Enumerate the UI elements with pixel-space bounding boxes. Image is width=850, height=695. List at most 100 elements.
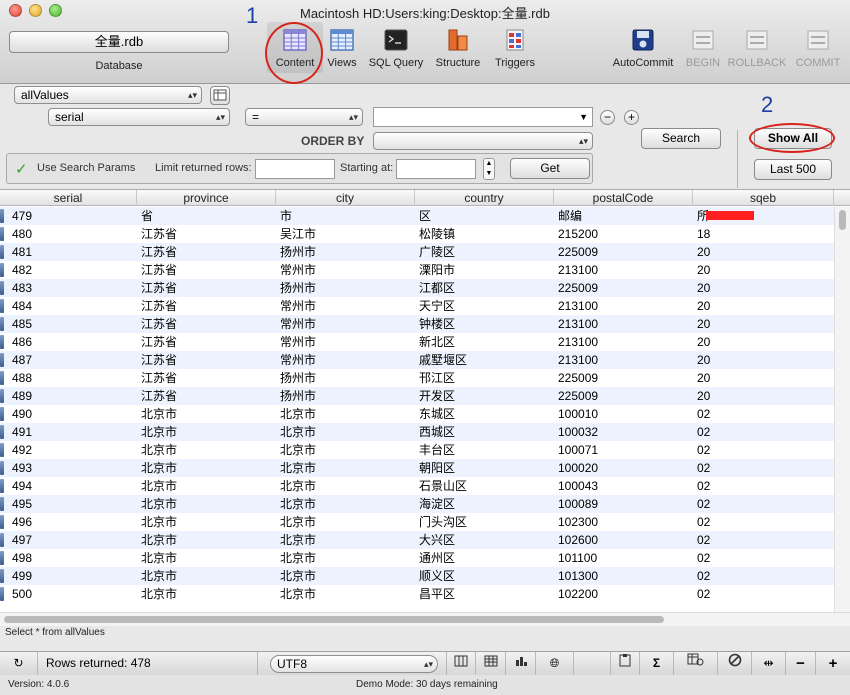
starting-at-input[interactable] — [396, 159, 476, 179]
cell-sqeb[interactable]: 02 — [697, 585, 831, 603]
table-row[interactable]: 496 北京市 北京市 门头沟区 102300 02 — [0, 513, 834, 531]
cell-city[interactable]: 常州市 — [280, 261, 414, 279]
cell-city[interactable]: 吴江市 — [280, 225, 414, 243]
cell-province[interactable]: 北京市 — [141, 513, 275, 531]
cell-sqeb[interactable]: 20 — [697, 279, 831, 297]
table-row[interactable]: 500 北京市 北京市 昌平区 102200 02 — [0, 585, 834, 603]
cell-sqeb[interactable]: 02 — [697, 495, 831, 513]
cell-province[interactable]: 江苏省 — [141, 243, 275, 261]
cell-sqeb[interactable]: 20 — [697, 315, 831, 333]
remove-filter-button[interactable]: − — [600, 110, 615, 125]
cell-province[interactable]: 北京市 — [141, 423, 275, 441]
table-info-button[interactable] — [210, 86, 230, 105]
table-select[interactable]: allValues ▴▾ — [14, 86, 202, 104]
delete-row-button[interactable]: − — [786, 652, 816, 675]
cell-postalcode[interactable]: 225009 — [558, 369, 692, 387]
cell-postalcode[interactable]: 225009 — [558, 279, 692, 297]
cell-postalcode[interactable]: 102600 — [558, 531, 692, 549]
encoding-select[interactable]: UTF8 ▴▾ — [270, 655, 438, 673]
cell-province[interactable]: 北京市 — [141, 459, 275, 477]
cell-city[interactable]: 北京市 — [280, 495, 414, 513]
cell-city[interactable]: 北京市 — [280, 423, 414, 441]
cell-country[interactable]: 钟楼区 — [419, 315, 553, 333]
cell-serial[interactable]: 492 — [12, 441, 136, 459]
cell-serial[interactable]: 479 — [12, 207, 136, 225]
cell-city[interactable]: 扬州市 — [280, 243, 414, 261]
cell-country[interactable]: 江都区 — [419, 279, 553, 297]
order-by-select[interactable]: ▴▾ — [373, 132, 593, 150]
cell-city[interactable]: 北京市 — [280, 513, 414, 531]
cell-postalcode[interactable]: 213100 — [558, 261, 692, 279]
horizontal-scroll-thumb[interactable] — [4, 616, 664, 623]
cell-serial[interactable]: 481 — [12, 243, 136, 261]
cell-province[interactable]: 北京市 — [141, 531, 275, 549]
cell-country[interactable]: 溧阳市 — [419, 261, 553, 279]
table-row[interactable]: 486 江苏省 常州市 新北区 213100 20 — [0, 333, 834, 351]
table-row[interactable]: 490 北京市 北京市 东城区 100010 02 — [0, 405, 834, 423]
refresh-button[interactable]: ↻ — [0, 652, 38, 675]
web-view-button[interactable]: 🌐︎ — [536, 652, 574, 675]
table-row[interactable]: 484 江苏省 常州市 天宁区 213100 20 — [0, 297, 834, 315]
cell-serial[interactable]: 484 — [12, 297, 136, 315]
cell-province[interactable]: 江苏省 — [141, 333, 275, 351]
cell-province[interactable]: 北京市 — [141, 549, 275, 567]
column-select[interactable]: serial ▴▾ — [48, 108, 230, 126]
table-row[interactable]: 483 江苏省 扬州市 江都区 225009 20 — [0, 279, 834, 297]
cell-postalcode[interactable]: 225009 — [558, 387, 692, 405]
toolbar-commit-button[interactable]: COMMIT — [794, 27, 842, 69]
cell-sqeb[interactable]: 18 — [697, 225, 831, 243]
cell-city[interactable]: 北京市 — [280, 477, 414, 495]
cell-serial[interactable]: 493 — [12, 459, 136, 477]
cell-postalcode[interactable]: 100032 — [558, 423, 692, 441]
clipboard-button[interactable] — [610, 652, 640, 675]
last-500-button[interactable]: Last 500 — [754, 159, 832, 180]
cell-province[interactable]: 江苏省 — [141, 297, 275, 315]
cancel-button[interactable] — [718, 652, 752, 675]
cell-postalcode[interactable]: 102200 — [558, 585, 692, 603]
operator-select[interactable]: = ▴▾ — [245, 108, 363, 126]
column-header-sqeb[interactable]: sqeb — [693, 190, 834, 206]
cell-province[interactable]: 江苏省 — [141, 315, 275, 333]
cell-sqeb[interactable]: 20 — [697, 387, 831, 405]
cell-country[interactable]: 石景山区 — [419, 477, 553, 495]
search-button[interactable]: Search — [641, 128, 721, 149]
cell-serial[interactable]: 482 — [12, 261, 136, 279]
cell-country[interactable]: 朝阳区 — [419, 459, 553, 477]
cell-country[interactable]: 新北区 — [419, 333, 553, 351]
cell-country[interactable]: 开发区 — [419, 387, 553, 405]
columns-view-button[interactable] — [446, 652, 476, 675]
table-row[interactable]: 491 北京市 北京市 西城区 100032 02 — [0, 423, 834, 441]
table-row[interactable]: 492 北京市 北京市 丰台区 100071 02 — [0, 441, 834, 459]
horizontal-scrollbar[interactable] — [0, 612, 850, 626]
column-header-serial[interactable]: serial — [0, 190, 137, 206]
toolbar-structure-button[interactable]: Structure — [431, 27, 485, 69]
cell-province[interactable]: 江苏省 — [141, 351, 275, 369]
cell-serial[interactable]: 494 — [12, 477, 136, 495]
toolbar-triggers-button[interactable]: Triggers — [491, 27, 539, 69]
filter-value-combo[interactable]: ▼ — [373, 107, 593, 127]
cell-city[interactable]: 常州市 — [280, 333, 414, 351]
cell-postalcode[interactable]: 213100 — [558, 315, 692, 333]
table-row[interactable]: 485 江苏省 常州市 钟楼区 213100 20 — [0, 315, 834, 333]
add-filter-button[interactable]: + — [624, 110, 639, 125]
cell-city[interactable]: 北京市 — [280, 585, 414, 603]
grid-view-button[interactable] — [476, 652, 506, 675]
cell-country[interactable]: 丰台区 — [419, 441, 553, 459]
cell-sqeb[interactable]: 02 — [697, 459, 831, 477]
cell-province[interactable]: 北京市 — [141, 405, 275, 423]
cell-postalcode[interactable]: 101100 — [558, 549, 692, 567]
cell-country[interactable]: 松陵镇 — [419, 225, 553, 243]
limit-rows-input[interactable] — [255, 159, 335, 179]
cell-postalcode[interactable]: 100020 — [558, 459, 692, 477]
vertical-scroll-thumb[interactable] — [839, 210, 846, 230]
table-row[interactable]: 493 北京市 北京市 朝阳区 100020 02 — [0, 459, 834, 477]
cell-postalcode[interactable]: 225009 — [558, 243, 692, 261]
checkmark-icon[interactable]: ✓ — [15, 160, 28, 178]
cell-province[interactable]: 北京市 — [141, 567, 275, 585]
cell-province[interactable]: 江苏省 — [141, 261, 275, 279]
cell-postalcode[interactable]: 100089 — [558, 495, 692, 513]
cell-sqeb[interactable]: 02 — [697, 549, 831, 567]
cell-province[interactable]: 江苏省 — [141, 369, 275, 387]
cell-sqeb[interactable]: 02 — [697, 477, 831, 495]
table-row[interactable]: 494 北京市 北京市 石景山区 100043 02 — [0, 477, 834, 495]
